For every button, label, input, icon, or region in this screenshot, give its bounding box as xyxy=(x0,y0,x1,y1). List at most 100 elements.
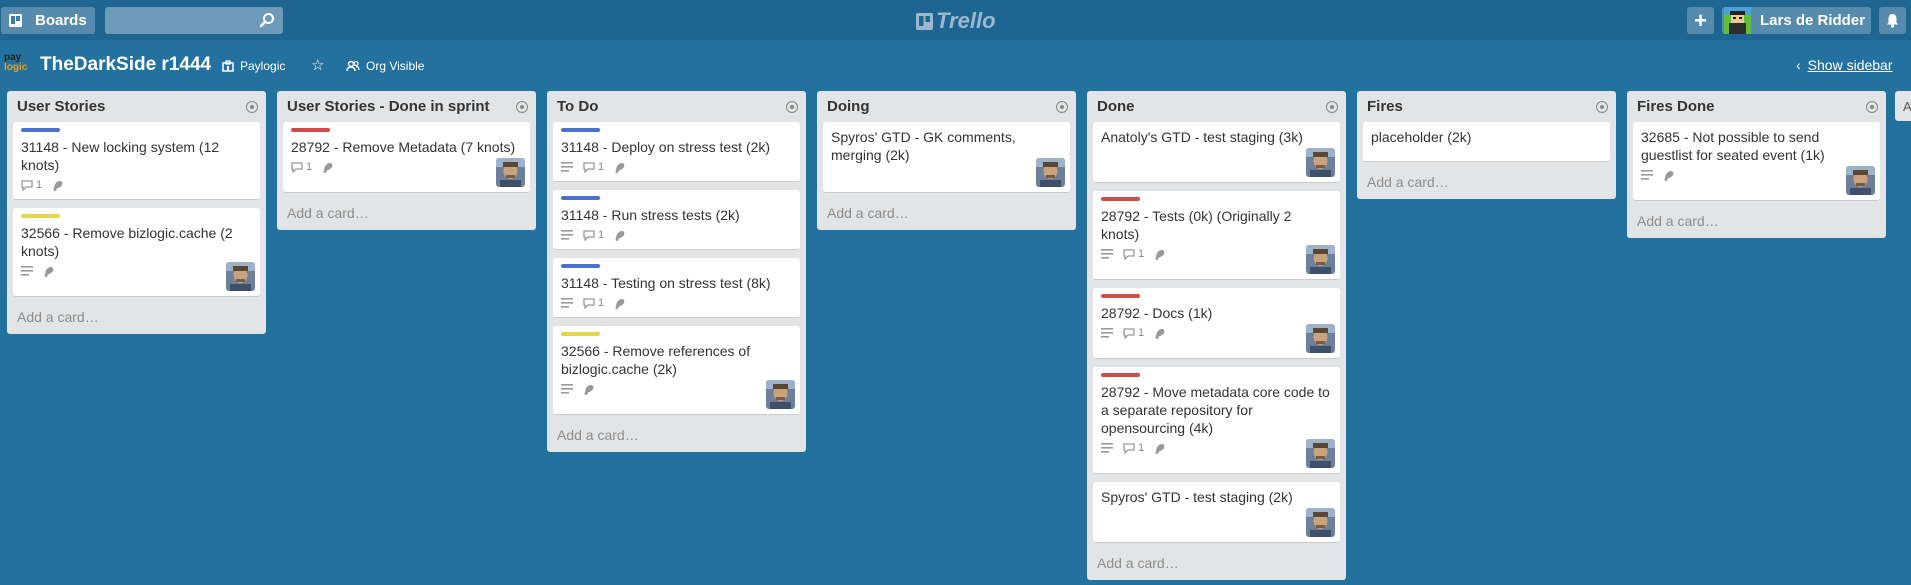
card[interactable]: 31148 - New locking system (12 knots) 1 xyxy=(13,122,260,200)
notifications-button[interactable] xyxy=(1879,7,1906,34)
chevron-left-icon: ‹ xyxy=(1796,57,1801,73)
search-input[interactable] xyxy=(105,7,283,34)
bell-icon xyxy=(1887,14,1898,28)
card-badges: 1 xyxy=(1101,326,1332,340)
comments-badge: 1 xyxy=(583,161,604,173)
add-card-link[interactable]: Add a card… xyxy=(7,305,266,334)
list-title[interactable]: Doing xyxy=(827,98,870,115)
org-link[interactable]: Paylogic xyxy=(222,59,285,73)
list-header: To Do xyxy=(547,91,806,122)
card-list: 32685 - Not possible to send guestlist f… xyxy=(1627,122,1886,201)
card[interactable]: 31148 - Testing on stress test (8k) 1 xyxy=(553,258,800,318)
member-avatar[interactable] xyxy=(1306,439,1335,468)
visibility-label: Org Visible xyxy=(366,59,425,73)
card[interactable]: 28792 - Remove Metadata (7 knots) 1 xyxy=(283,122,530,193)
search-icon xyxy=(259,13,274,28)
card-label-red xyxy=(1101,373,1140,377)
list-title[interactable]: User Stories xyxy=(17,98,105,115)
card[interactable]: Spyros' GTD - GK comments, merging (2k) xyxy=(823,122,1070,193)
card[interactable]: 31148 - Deploy on stress test (2k) 1 xyxy=(553,122,800,182)
org-logo[interactable]: pay logic xyxy=(4,53,31,77)
add-card-link[interactable]: Add a card… xyxy=(1357,170,1616,199)
plus-icon: + xyxy=(1694,8,1707,33)
add-card-link[interactable]: Add a card… xyxy=(1627,209,1886,238)
card-badges xyxy=(1641,168,1872,182)
card[interactable]: 28792 - Move metadata core code to a sep… xyxy=(1093,367,1340,474)
add-card-link[interactable]: Add a card… xyxy=(277,201,536,230)
list-menu-icon[interactable] xyxy=(1056,101,1068,113)
card-badges: 1 xyxy=(21,178,252,192)
list: Done Anatoly's GTD - test staging (3k) 287… xyxy=(1087,91,1346,580)
member-avatar[interactable] xyxy=(226,262,255,291)
add-card-link[interactable]: Add a card… xyxy=(547,423,806,452)
comment-count: 1 xyxy=(1138,248,1145,260)
list-menu-icon[interactable] xyxy=(1326,101,1338,113)
comments-badge: 1 xyxy=(1123,327,1144,339)
card-label-red xyxy=(1101,197,1140,201)
member-avatar[interactable] xyxy=(1306,148,1335,177)
member-avatar[interactable] xyxy=(1846,166,1875,195)
list-header: User Stories xyxy=(7,91,266,122)
card-title: 31148 - Run stress tests (2k) xyxy=(561,207,740,223)
member-avatar[interactable] xyxy=(1036,158,1065,187)
add-card-link[interactable]: Add a card… xyxy=(817,201,1076,230)
list-header: Doing xyxy=(817,91,1076,122)
list-title[interactable]: To Do xyxy=(557,98,598,115)
partial-list[interactable]: A xyxy=(1895,91,1911,121)
card[interactable]: 32566 - Remove references of bizlogic.ca… xyxy=(553,326,800,415)
card[interactable]: 28792 - Docs (1k) 1 xyxy=(1093,288,1340,359)
description-icon xyxy=(1101,443,1113,453)
subscribed-badge xyxy=(1154,248,1166,260)
description-icon xyxy=(561,162,573,172)
card[interactable]: 31148 - Run stress tests (2k) 1 xyxy=(553,190,800,250)
card[interactable]: placeholder (2k) xyxy=(1363,122,1610,162)
member-avatar[interactable] xyxy=(496,158,525,187)
user-menu-button[interactable]: Lars de Ridder xyxy=(1722,7,1871,34)
card[interactable]: Anatoly's GTD - test staging (3k) xyxy=(1093,122,1340,183)
member-avatar[interactable] xyxy=(1306,508,1335,537)
list-menu-icon[interactable] xyxy=(1596,101,1608,113)
list-title[interactable]: Fires Done xyxy=(1637,98,1715,115)
comment-icon xyxy=(291,161,303,173)
subscribed-badge xyxy=(583,383,595,395)
card-badges: 1 xyxy=(1101,247,1332,261)
subscribed-icon xyxy=(53,181,63,191)
card[interactable]: Spyros' GTD - test staging (2k) xyxy=(1093,482,1340,543)
description-badge xyxy=(561,162,573,172)
member-avatar[interactable] xyxy=(1306,324,1335,353)
card[interactable]: 32685 - Not possible to send guestlist f… xyxy=(1633,122,1880,201)
star-button[interactable]: ☆ xyxy=(311,56,324,74)
card-badges xyxy=(561,382,792,396)
list-title[interactable]: Fires xyxy=(1367,98,1403,115)
card-list: Anatoly's GTD - test staging (3k) 28792 -… xyxy=(1087,122,1346,543)
subscribed-icon xyxy=(44,267,54,277)
member-avatar[interactable] xyxy=(766,380,795,409)
list-menu-icon[interactable] xyxy=(1866,101,1878,113)
list: Doing Spyros' GTD - GK comments, merging … xyxy=(817,91,1076,230)
subscribed-badge xyxy=(52,179,64,191)
board-title[interactable]: TheDarkSide r1444 xyxy=(40,54,211,76)
trello-logo[interactable]: Trello xyxy=(916,9,996,33)
add-button[interactable]: + xyxy=(1687,7,1714,34)
card[interactable]: 32566 - Remove bizlogic.cache (2 knots) xyxy=(13,208,260,297)
description-badge xyxy=(561,230,573,240)
list-menu-icon[interactable] xyxy=(516,101,528,113)
add-card-link[interactable]: Add a card… xyxy=(1087,551,1346,580)
member-avatar[interactable] xyxy=(1306,245,1335,274)
card-badges: 1 xyxy=(561,160,792,174)
subscribed-icon xyxy=(1155,250,1165,260)
comment-icon xyxy=(1123,248,1135,260)
card-badges: 1 xyxy=(561,228,792,242)
show-sidebar-link[interactable]: ‹ Show sidebar xyxy=(1796,57,1893,73)
list-title[interactable]: Done xyxy=(1097,98,1135,115)
boards-button[interactable]: Boards xyxy=(1,7,95,34)
description-icon xyxy=(1641,170,1653,180)
user-avatar xyxy=(1724,7,1751,34)
card[interactable]: 28792 - Tests (0k) (Originally 2 knots) 1 xyxy=(1093,191,1340,280)
list-menu-icon[interactable] xyxy=(786,101,798,113)
card-badges: 1 xyxy=(291,160,522,174)
list-menu-icon[interactable] xyxy=(246,101,258,113)
list-title[interactable]: User Stories - Done in sprint xyxy=(287,98,490,115)
visibility-button[interactable]: Org Visible xyxy=(346,59,424,73)
top-header: Boards Trello + Lars de Ridder xyxy=(0,0,1911,40)
